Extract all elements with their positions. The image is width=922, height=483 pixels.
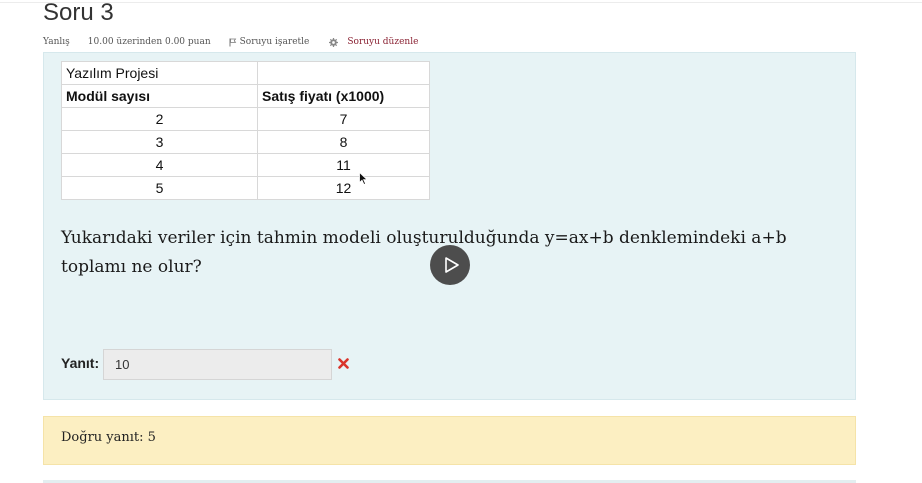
answer-input[interactable]	[103, 349, 332, 380]
answer-label: Yanıt:	[61, 355, 100, 371]
table-cell: 12	[257, 176, 430, 200]
status-label: Yanlış	[43, 37, 70, 47]
table-title-row: Yazılım Projesi	[61, 61, 430, 85]
feedback-box	[43, 416, 856, 465]
question-title: Soru 3	[43, 0, 114, 26]
flag-icon	[229, 38, 236, 46]
play-icon	[444, 257, 459, 273]
grade-label: 10.00 üzerinden 0.00 puan	[87, 37, 211, 47]
correct-answer-text: Doğru yanıt: 5	[61, 430, 156, 445]
table-header: Modül sayısı	[61, 84, 258, 108]
edit-label: Soruyu düzenle	[347, 37, 419, 47]
table-cell: 4	[61, 153, 258, 177]
table-header: Satış fiyatı (x1000)	[257, 84, 430, 108]
flag-label: Soruyu işaretle	[239, 37, 310, 47]
table-cell: 7	[257, 107, 430, 131]
table-cell: 3	[61, 130, 258, 154]
table-row: 3 8	[61, 130, 430, 154]
table-cell: 2	[61, 107, 258, 131]
data-table: Yazılım Projesi Modül sayısı Satış fiyat…	[61, 61, 430, 200]
cursor-icon	[359, 172, 368, 185]
table-row: 4 11	[61, 153, 430, 177]
question-info: Yanlış 10.00 üzerinden 0.00 puan Soruyu …	[43, 35, 418, 49]
gear-icon	[329, 37, 339, 47]
table-row: 2 7	[61, 107, 430, 131]
top-divider	[0, 2, 922, 3]
cross-icon	[338, 358, 349, 369]
edit-question-link[interactable]: Soruyu düzenle	[329, 37, 418, 47]
play-button[interactable]	[430, 245, 470, 285]
table-cell: 5	[61, 176, 258, 200]
table-cell: 11	[257, 153, 430, 177]
flag-question-link[interactable]: Soruyu işaretle	[229, 37, 310, 47]
table-header-row: Modül sayısı Satış fiyatı (x1000)	[61, 84, 430, 108]
table-title: Yazılım Projesi	[61, 61, 258, 85]
table-row: 5 12	[61, 176, 430, 200]
table-cell: 8	[257, 130, 430, 154]
table-cell	[257, 61, 430, 85]
